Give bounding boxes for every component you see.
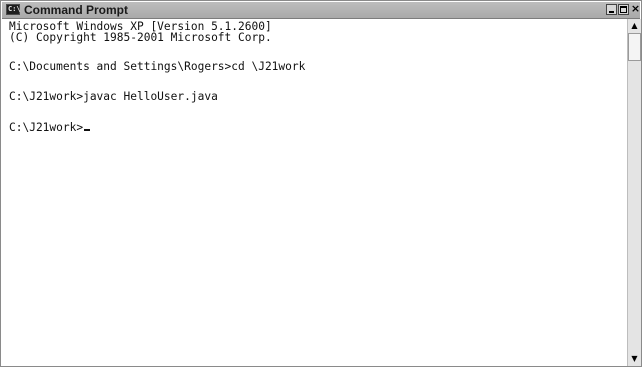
scroll-down-button[interactable]: ▼	[628, 352, 641, 366]
command-prompt-window: C:\ Command Prompt × Microsoft Windows X…	[0, 0, 642, 367]
console-line: C:\J21work>javac HelloUser.java	[9, 90, 218, 103]
vertical-scrollbar[interactable]: ▲ ▼	[627, 19, 641, 366]
scroll-up-button[interactable]: ▲	[628, 19, 641, 33]
arrow-up-icon: ▲	[631, 21, 638, 30]
console-line: (C) Copyright 1985-2001 Microsoft Corp.	[9, 31, 272, 44]
console-line: C:\Documents and Settings\Rogers>cd \J21…	[9, 60, 306, 73]
command-prompt-icon[interactable]: C:\	[6, 4, 21, 15]
prompt-text: C:\J21work>	[9, 121, 84, 134]
arrow-down-icon: ▼	[631, 354, 638, 363]
maximize-button[interactable]	[618, 4, 629, 15]
console-output[interactable]: Microsoft Windows XP [Version 5.1.2600] …	[3, 20, 627, 365]
maximize-icon	[620, 6, 627, 13]
window-title: Command Prompt	[24, 3, 129, 17]
close-icon: ×	[630, 2, 641, 15]
scroll-thumb[interactable]	[628, 33, 641, 61]
text-cursor	[84, 129, 91, 131]
prompt-line: C:\J21work>	[9, 121, 91, 134]
close-button[interactable]: ×	[630, 2, 641, 15]
minimize-icon	[609, 11, 614, 13]
minimize-button[interactable]	[606, 4, 617, 15]
title-bar[interactable]: C:\ Command Prompt ×	[2, 2, 640, 19]
